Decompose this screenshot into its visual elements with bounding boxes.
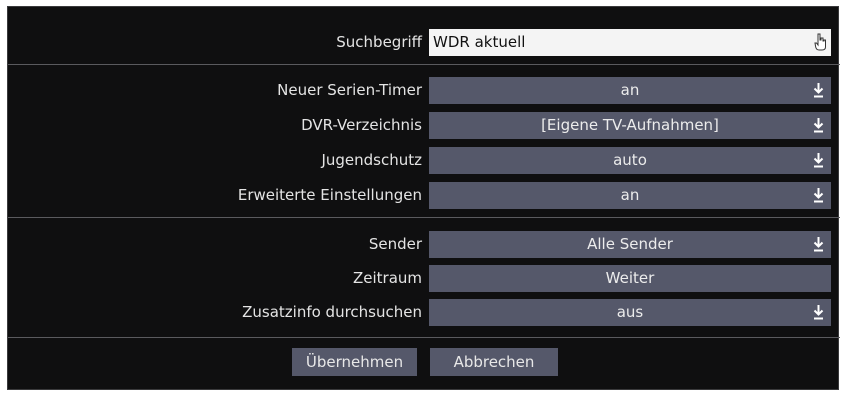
row-jugendschutz: Jugendschutz auto (8, 147, 840, 174)
dropdown-arrow-icon (813, 83, 824, 98)
separator (8, 217, 840, 218)
button-value: Weiter (605, 269, 655, 287)
dropdown-arrow-icon (813, 118, 824, 133)
row-label: Erweiterte Einstellungen (237, 186, 422, 204)
row-erweiterte-einstellungen: Erweiterte Einstellungen an (8, 182, 840, 209)
row-label: Zusatzinfo durchsuchen (242, 303, 422, 321)
separator (8, 337, 840, 338)
youth-protection-select[interactable]: auto (429, 147, 831, 174)
row-zusatzinfo-durchsuchen: Zusatzinfo durchsuchen aus (8, 299, 840, 326)
search-settings-dialog: Suchbegriff WDR aktuell Neuer Serien-Tim… (7, 6, 840, 390)
search-term-value: WDR aktuell (433, 33, 526, 51)
keyboard-hand-icon[interactable] (814, 33, 826, 51)
advanced-settings-select[interactable]: an (429, 182, 831, 209)
row-label: DVR-Verzeichnis (301, 116, 422, 134)
search-term-row: Suchbegriff WDR aktuell (8, 29, 840, 56)
row-neuer-serien-timer: Neuer Serien-Timer an (8, 77, 840, 104)
extra-info-search-select[interactable]: aus (429, 299, 831, 326)
select-value: an (620, 81, 640, 99)
channel-select[interactable]: Alle Sender (429, 231, 831, 258)
dropdown-arrow-icon (813, 188, 824, 203)
search-term-label: Suchbegriff (336, 33, 422, 51)
select-value: Alle Sender (587, 235, 673, 253)
row-zeitraum: Zeitraum Weiter (8, 265, 840, 292)
row-label: Sender (368, 235, 422, 253)
row-sender: Sender Alle Sender (8, 231, 840, 258)
dropdown-arrow-icon (813, 153, 824, 168)
cancel-button[interactable]: Abbrechen (430, 348, 558, 376)
dropdown-arrow-icon (813, 237, 824, 252)
time-range-button[interactable]: Weiter (429, 265, 831, 292)
apply-button[interactable]: Übernehmen (292, 348, 417, 376)
dropdown-arrow-icon (813, 305, 824, 320)
row-label: Zeitraum (352, 269, 422, 287)
separator (8, 64, 840, 65)
dvr-directory-select[interactable]: [Eigene TV-Aufnahmen] (429, 112, 831, 139)
serien-timer-select[interactable]: an (429, 77, 831, 104)
select-value: [Eigene TV-Aufnahmen] (541, 116, 719, 134)
select-value: an (620, 186, 640, 204)
select-value: aus (616, 303, 644, 321)
search-term-input[interactable]: WDR aktuell (429, 29, 831, 56)
select-value: auto (613, 151, 647, 169)
row-label: Neuer Serien-Timer (277, 81, 422, 99)
row-dvr-verzeichnis: DVR-Verzeichnis [Eigene TV-Aufnahmen] (8, 112, 840, 139)
row-label: Jugendschutz (321, 151, 422, 169)
